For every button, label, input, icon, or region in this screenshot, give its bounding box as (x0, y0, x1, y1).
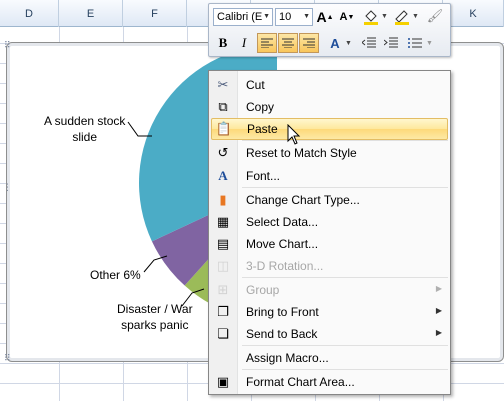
submenu-arrow-icon: ▶ (435, 306, 442, 315)
fill-color-icon[interactable] (361, 6, 381, 26)
menu-item-paste[interactable]: 📋 Paste (211, 118, 448, 140)
menu-item-3-d-rotation: ◫ 3-D Rotation... (211, 255, 448, 277)
format-painter-icon[interactable]: 🖌 (425, 6, 445, 26)
bring-to-front-icon: ❐ (217, 304, 229, 319)
font-size-combo[interactable]: 10 ▼ (275, 8, 313, 26)
menu-item-label: Paste (247, 122, 278, 136)
align-center-icon (282, 38, 294, 48)
chevron-down-icon[interactable]: ▼ (426, 40, 433, 47)
menu-item-label: Cut (246, 78, 265, 92)
shrink-font-icon[interactable]: A ▼ (337, 7, 357, 27)
font-color-button[interactable]: A (325, 33, 345, 53)
move-chart-icon: ▤ (216, 236, 230, 251)
align-center-button[interactable] (278, 33, 298, 53)
column-header-e[interactable]: E (59, 0, 123, 27)
select-data-icon: ▦ (216, 214, 230, 229)
menu-separator (242, 140, 448, 141)
submenu-arrow-icon: ▶ (435, 328, 442, 337)
menu-separator (242, 369, 448, 370)
menu-item-copy[interactable]: ⧉ Copy (211, 96, 448, 118)
column-header-f[interactable]: F (123, 0, 187, 27)
menu-item-label: Assign Macro... (246, 351, 329, 365)
chevron-down-icon[interactable]: ▼ (345, 40, 352, 47)
increase-indent-icon[interactable] (381, 33, 401, 53)
menu-item-label: Change Chart Type... (246, 193, 360, 207)
menu-item-move-chart[interactable]: ▤ Move Chart... (211, 233, 448, 255)
mini-toolbar: Calibri (E ▼ 10 ▼ A ▲ A ▼ ▼ ▼ 🖌 B I A ▼ ▼ (208, 3, 451, 57)
chevron-down-icon[interactable]: ▼ (381, 13, 388, 20)
menu-item-label: Move Chart... (246, 237, 319, 251)
scissors-icon: ✂ (217, 77, 229, 92)
column-header-k[interactable]: K (443, 0, 504, 27)
pie-label-other[interactable]: Other 6% (90, 267, 141, 283)
menu-item-change-chart-type[interactable]: ▮ Change Chart Type... (211, 189, 448, 211)
pie-label-disaster[interactable]: Disaster / War sparks panic (117, 301, 193, 333)
submenu-arrow-icon: ▶ (435, 284, 442, 293)
align-right-button[interactable] (299, 33, 319, 53)
bold-button[interactable]: B (213, 33, 233, 53)
send-to-back-icon: ❏ (217, 326, 229, 341)
mouse-cursor-icon (287, 124, 301, 145)
bullets-icon[interactable] (405, 33, 425, 53)
paste-icon: 📋 (215, 121, 233, 136)
menu-item-label: Reset to Match Style (246, 146, 357, 160)
menu-item-label: Select Data... (246, 215, 319, 229)
chevron-down-icon[interactable]: ▼ (412, 13, 419, 20)
no-icon (211, 347, 235, 369)
reset-style-icon: ↺ (217, 145, 229, 160)
menu-item-reset-to-match-style[interactable]: ↺ Reset to Match Style (211, 142, 448, 164)
menu-item-send-to-back[interactable]: ❏ Send to Back ▶ (211, 323, 448, 345)
italic-button[interactable]: I (234, 33, 254, 53)
align-right-icon (303, 38, 315, 48)
font-icon: A (218, 168, 228, 183)
menu-item-label: Copy (246, 100, 275, 114)
increase-indent-glyph (384, 37, 398, 48)
group-icon: ⊞ (217, 282, 229, 297)
paint-bucket-icon (364, 10, 378, 25)
column-header-d[interactable]: D (0, 0, 59, 27)
font-name-value: Calibri (E (217, 11, 263, 23)
menu-item-label: Group (246, 283, 280, 297)
pen-icon (395, 10, 409, 25)
copy-icon: ⧉ (218, 99, 228, 114)
decrease-indent-glyph (362, 37, 376, 48)
context-menu: ✂ Cut ⧉ Copy 📋 Paste ↺ Reset to Match Style A Fon… (208, 70, 451, 395)
line-color-icon[interactable] (392, 6, 412, 26)
menu-item-label: Bring to Front (246, 305, 319, 319)
menu-item-cut[interactable]: ✂ Cut (211, 74, 448, 96)
align-left-icon (261, 38, 273, 48)
decrease-indent-icon[interactable] (359, 33, 379, 53)
menu-separator (242, 345, 448, 346)
menu-item-select-data[interactable]: ▦ Select Data... (211, 211, 448, 233)
menu-item-label: Font... (246, 169, 281, 183)
menu-separator (242, 187, 448, 188)
menu-item-label: Format Chart Area... (246, 375, 355, 389)
align-left-button[interactable] (257, 33, 277, 53)
chevron-down-icon[interactable]: ▼ (263, 9, 270, 25)
format-chart-area-icon: ▣ (216, 374, 230, 389)
menu-item-bring-to-front[interactable]: ❐ Bring to Front ▶ (211, 301, 448, 323)
font-name-combo[interactable]: Calibri (E ▼ (213, 8, 273, 26)
rotation-3d-icon: ◫ (216, 258, 230, 273)
menu-item-format-chart-area[interactable]: ▣ Format Chart Area... (211, 371, 448, 393)
chevron-down-icon[interactable]: ▼ (303, 9, 310, 25)
pie-label-stock-slide[interactable]: A sudden stock slide (44, 113, 125, 145)
menu-separator (242, 277, 448, 278)
menu-item-label: Send to Back (246, 327, 318, 341)
menu-item-font[interactable]: A Font... (211, 165, 448, 187)
menu-item-label: 3-D Rotation... (246, 259, 324, 273)
menu-item-group: ⊞ Group ▶ (211, 279, 448, 301)
bullets-glyph (408, 38, 422, 48)
menu-item-assign-macro[interactable]: Assign Macro... (211, 347, 448, 369)
grow-font-icon[interactable]: A ▲ (315, 7, 335, 27)
font-size-value: 10 (279, 11, 292, 23)
chart-type-icon: ▮ (219, 192, 227, 207)
